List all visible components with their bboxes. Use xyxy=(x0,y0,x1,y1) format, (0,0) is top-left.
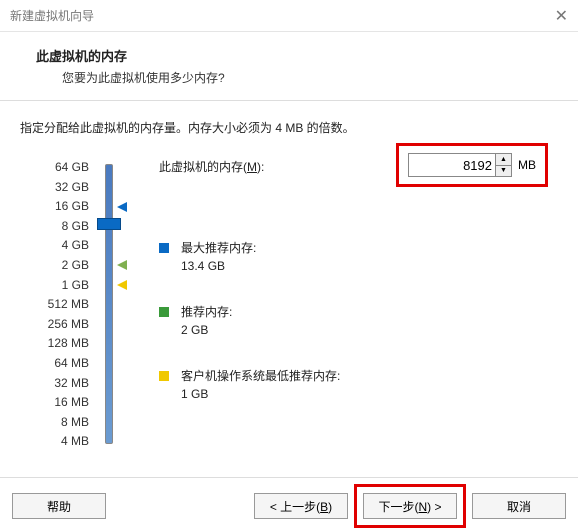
wizard-header: 此虚拟机的内存 您要为此虚拟机使用多少内存? xyxy=(0,32,578,100)
scale-labels: 64 GB 32 GB 16 GB 8 GB 4 GB 2 GB 1 GB 51… xyxy=(20,158,95,452)
tick-label: 16 GB xyxy=(20,197,95,217)
guest-label: 客户机操作系统最低推荐内存: xyxy=(181,367,340,384)
info-column: 此虚拟机的内存(M): 最大推荐内存: 13.4 GB 推荐内存: 2 GB xyxy=(155,158,558,431)
max-label: 最大推荐内存: xyxy=(181,239,256,256)
content-area: 指定分配给此虚拟机的内存量。内存大小必须为 4 MB 的倍数。 64 GB 32… xyxy=(0,101,578,463)
max-recommended: 最大推荐内存: 13.4 GB xyxy=(159,239,558,273)
page-title: 此虚拟机的内存 xyxy=(36,46,552,65)
memory-slider[interactable] xyxy=(95,158,155,453)
tick-label: 4 GB xyxy=(20,236,95,256)
highlight-memory-input: ▲ ▼ MB xyxy=(396,143,548,187)
memory-input-wrap: ▲ ▼ MB xyxy=(396,143,548,187)
highlight-next-button: 下一步(N) > xyxy=(354,484,466,528)
tick-label: 64 GB xyxy=(20,158,95,178)
square-icon-green xyxy=(159,307,169,317)
guest-min: 客户机操作系统最低推荐内存: 1 GB xyxy=(159,367,558,401)
tick-label: 32 MB xyxy=(20,374,95,394)
tick-label: 16 MB xyxy=(20,393,95,413)
recommendations: 最大推荐内存: 13.4 GB 推荐内存: 2 GB 客户机操作系统最低推荐内存… xyxy=(159,239,558,401)
recommended: 推荐内存: 2 GB xyxy=(159,303,558,337)
tick-label: 2 GB xyxy=(20,256,95,276)
footer: 帮助 < 上一步(B) 下一步(N) > 取消 xyxy=(0,477,578,530)
square-icon-yellow xyxy=(159,371,169,381)
rec-label: 推荐内存: xyxy=(181,303,232,320)
tick-label: 1 GB xyxy=(20,276,95,296)
next-button[interactable]: 下一步(N) > xyxy=(363,493,457,519)
tick-label: 32 GB xyxy=(20,178,95,198)
min-marker-icon xyxy=(117,280,127,290)
memory-label: 此虚拟机的内存(M): xyxy=(159,158,264,175)
tick-label: 256 MB xyxy=(20,315,95,335)
tick-label: 128 MB xyxy=(20,334,95,354)
square-icon-blue xyxy=(159,243,169,253)
close-icon[interactable]: ✕ xyxy=(528,6,568,26)
page-subtitle: 您要为此虚拟机使用多少内存? xyxy=(36,65,552,86)
max-marker-icon xyxy=(117,202,127,212)
memory-unit: MB xyxy=(512,158,536,172)
memory-area: 64 GB 32 GB 16 GB 8 GB 4 GB 2 GB 1 GB 51… xyxy=(20,158,558,453)
slider-track xyxy=(105,164,113,444)
cancel-button[interactable]: 取消 xyxy=(472,493,566,519)
spinner-down-icon[interactable]: ▼ xyxy=(496,166,511,177)
tick-label: 8 MB xyxy=(20,413,95,433)
spinner-up-icon[interactable]: ▲ xyxy=(496,154,511,166)
tick-label: 4 MB xyxy=(20,432,95,452)
help-button[interactable]: 帮助 xyxy=(12,493,106,519)
titlebar: 新建虚拟机向导 ✕ xyxy=(0,0,578,32)
max-value: 13.4 GB xyxy=(181,256,256,273)
rec-value: 2 GB xyxy=(181,320,232,337)
memory-spinner[interactable]: ▲ ▼ xyxy=(496,153,512,177)
tick-label: 512 MB xyxy=(20,295,95,315)
memory-input[interactable] xyxy=(408,153,496,177)
back-button[interactable]: < 上一步(B) xyxy=(254,493,348,519)
tick-label: 64 MB xyxy=(20,354,95,374)
guest-value: 1 GB xyxy=(181,384,340,401)
rec-marker-icon xyxy=(117,260,127,270)
slider-thumb[interactable] xyxy=(97,218,121,230)
window-title: 新建虚拟机向导 xyxy=(10,7,528,24)
tick-label: 8 GB xyxy=(20,217,95,237)
